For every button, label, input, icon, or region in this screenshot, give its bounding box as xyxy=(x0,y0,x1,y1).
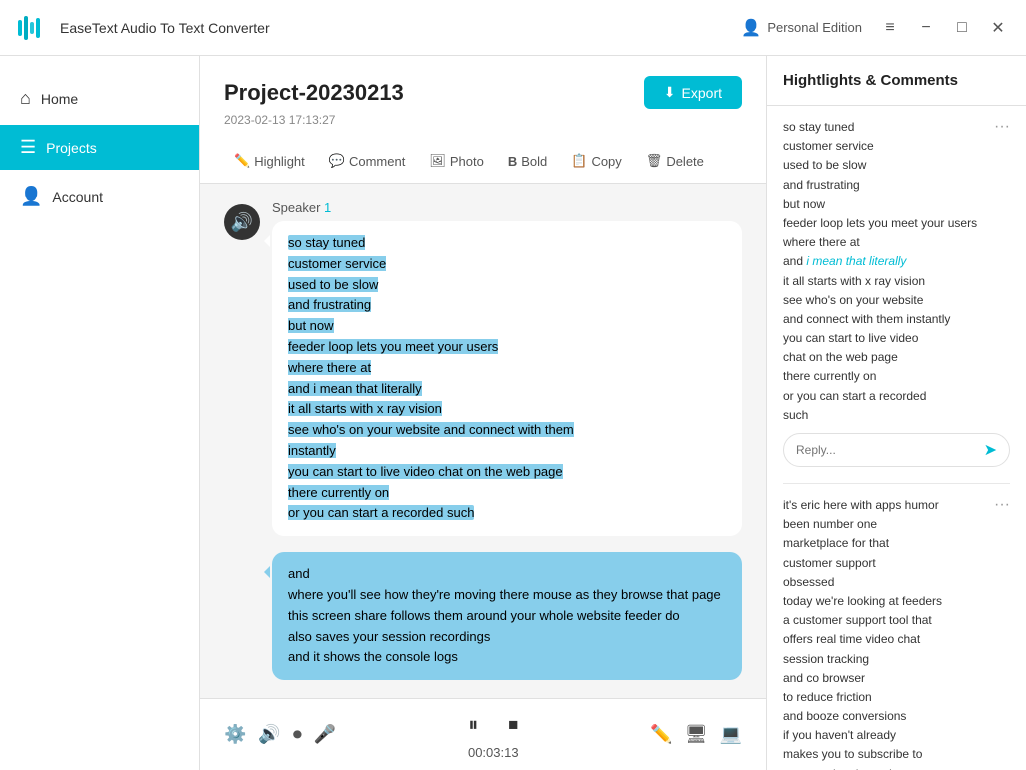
export-icon: ⬇ xyxy=(664,84,676,101)
speaker1-line-1: so stay tunedcustomer serviceused to be … xyxy=(288,235,574,520)
audio-controls: ⚙️ 🔊 ⏺ 🎤 ⏸ ⏹ 00:03:13 ✏️ 🖥 💻 xyxy=(200,698,766,770)
highlight-button[interactable]: ✏️ Highlight xyxy=(224,147,315,175)
edition-badge: 👤 Personal Edition xyxy=(741,18,862,38)
mic-icon[interactable]: 🎤 xyxy=(314,724,336,745)
copy-button[interactable]: 📋 Copy xyxy=(561,147,632,175)
speaker1-block: 🔊 Speaker 1 so stay tunedcustomer servic… xyxy=(224,200,742,536)
user-icon: 👤 xyxy=(741,18,761,38)
titlebar-right: 👤 Personal Edition ≡ − □ ✕ xyxy=(741,16,1010,40)
reply-send-1[interactable]: ➤ xyxy=(984,440,997,460)
app-logo-icon xyxy=(16,10,52,46)
project-title-row: Project-20230213 ⬇ Export xyxy=(224,76,742,109)
speaker1-content: Speaker 1 so stay tunedcustomer serviceu… xyxy=(272,200,742,536)
titlebar: EaseText Audio To Text Converter 👤 Perso… xyxy=(0,0,1026,56)
speaker2-block: andwhere you'll see how they're moving t… xyxy=(272,552,742,680)
app-title: EaseText Audio To Text Converter xyxy=(60,20,270,36)
sidebar: ⌂ Home ☰ Projects 👤 Account xyxy=(0,56,200,770)
delete-icon: 🗑 xyxy=(646,153,663,169)
delete-button[interactable]: 🗑 Delete xyxy=(636,147,714,175)
main-layout: ⌂ Home ☰ Projects 👤 Account Project-2023… xyxy=(0,56,1026,770)
monitor-icon[interactable]: 🖥 xyxy=(685,724,708,745)
sidebar-label-projects: Projects xyxy=(46,140,97,156)
home-icon: ⌂ xyxy=(20,88,31,109)
project-date: 2023-02-13 17:13:27 xyxy=(224,113,742,127)
project-title: Project-20230213 xyxy=(224,80,404,106)
panel-content: ··· so stay tunedcustomer serviceused to… xyxy=(767,106,1026,770)
block2-text: it's eric here with apps humorbeen numbe… xyxy=(783,496,1010,770)
edition-label: Personal Edition xyxy=(767,20,862,35)
audio-icon[interactable]: 🔊 xyxy=(258,724,280,745)
stop-button[interactable]: ⏹ xyxy=(497,709,529,741)
content-area: Project-20230213 ⬇ Export 2023-02-13 17:… xyxy=(200,56,766,770)
speaker1-num: 1 xyxy=(324,200,331,215)
window-controls: ≡ − □ ✕ xyxy=(878,16,1010,40)
project-header: Project-20230213 ⬇ Export 2023-02-13 17:… xyxy=(200,56,766,184)
speaker1-avatar: 🔊 xyxy=(224,204,260,240)
speaker2-content: andwhere you'll see how they're moving t… xyxy=(272,552,742,680)
right-panel: Hightlights & Comments ··· so stay tuned… xyxy=(766,56,1026,770)
controls-right: ✏️ 🖥 💻 xyxy=(650,724,742,745)
settings-icon[interactable]: ⚙️ xyxy=(224,724,246,745)
bold-icon: B xyxy=(508,154,517,169)
block1-menu-button[interactable]: ··· xyxy=(994,118,1010,136)
edit-icon[interactable]: ✏️ xyxy=(650,724,672,745)
time-display: 00:03:13 xyxy=(468,745,519,760)
screen-icon[interactable]: 💻 xyxy=(720,724,742,745)
record-dot-icon[interactable]: ⏺ xyxy=(293,724,302,745)
photo-icon: 🖼 xyxy=(429,153,446,169)
highlight-block-1: ··· so stay tunedcustomer serviceused to… xyxy=(783,118,1010,467)
highlight-icon: ✏️ xyxy=(234,153,250,169)
bold-button[interactable]: B Bold xyxy=(498,148,557,175)
controls-left: ⚙️ 🔊 ⏺ 🎤 xyxy=(224,724,336,745)
comment-icon: 💬 xyxy=(329,153,345,169)
panel-header: Hightlights & Comments xyxy=(767,56,1026,106)
minimize-button[interactable]: − xyxy=(914,16,938,40)
highlight-block-2: ··· it's eric here with apps humorbeen n… xyxy=(783,496,1010,770)
sidebar-label-home: Home xyxy=(41,91,78,107)
copy-icon: 📋 xyxy=(571,153,587,169)
export-button[interactable]: ⬇ Export xyxy=(644,76,742,109)
comment-button[interactable]: 💬 Comment xyxy=(319,147,416,175)
reply-input-1[interactable] xyxy=(796,443,984,457)
app-logo-area: EaseText Audio To Text Converter xyxy=(16,10,741,46)
menu-button[interactable]: ≡ xyxy=(878,16,902,40)
close-button[interactable]: ✕ xyxy=(986,16,1010,40)
projects-icon: ☰ xyxy=(20,137,36,158)
divider-1 xyxy=(783,483,1010,484)
toolbar: ✏️ Highlight 💬 Comment 🖼 Photo B Bold 📋 xyxy=(224,139,742,183)
block2-menu-button[interactable]: ··· xyxy=(994,496,1010,514)
speaker2-bubble: andwhere you'll see how they're moving t… xyxy=(272,552,742,680)
photo-button[interactable]: 🖼 Photo xyxy=(419,147,494,175)
speaker2-text: andwhere you'll see how they're moving t… xyxy=(288,566,721,664)
sidebar-item-projects[interactable]: ☰ Projects xyxy=(0,125,199,170)
maximize-button[interactable]: □ xyxy=(950,16,974,40)
sidebar-label-account: Account xyxy=(52,189,103,205)
playback-buttons: ⏸ ⏹ xyxy=(457,709,529,741)
controls-center: ⏸ ⏹ 00:03:13 xyxy=(457,709,529,760)
pause-button[interactable]: ⏸ xyxy=(457,709,489,741)
speaker1-name: Speaker 1 xyxy=(272,200,742,215)
export-label: Export xyxy=(682,85,722,101)
speaker1-bubble: so stay tunedcustomer serviceused to be … xyxy=(272,221,742,536)
reply-box-1: ➤ xyxy=(783,433,1010,467)
transcript-area: 🔊 Speaker 1 so stay tunedcustomer servic… xyxy=(200,184,766,698)
sidebar-item-account[interactable]: 👤 Account xyxy=(0,174,199,219)
block1-text: so stay tunedcustomer serviceused to be … xyxy=(783,118,1010,425)
sidebar-item-home[interactable]: ⌂ Home xyxy=(0,76,199,121)
account-icon: 👤 xyxy=(20,186,42,207)
